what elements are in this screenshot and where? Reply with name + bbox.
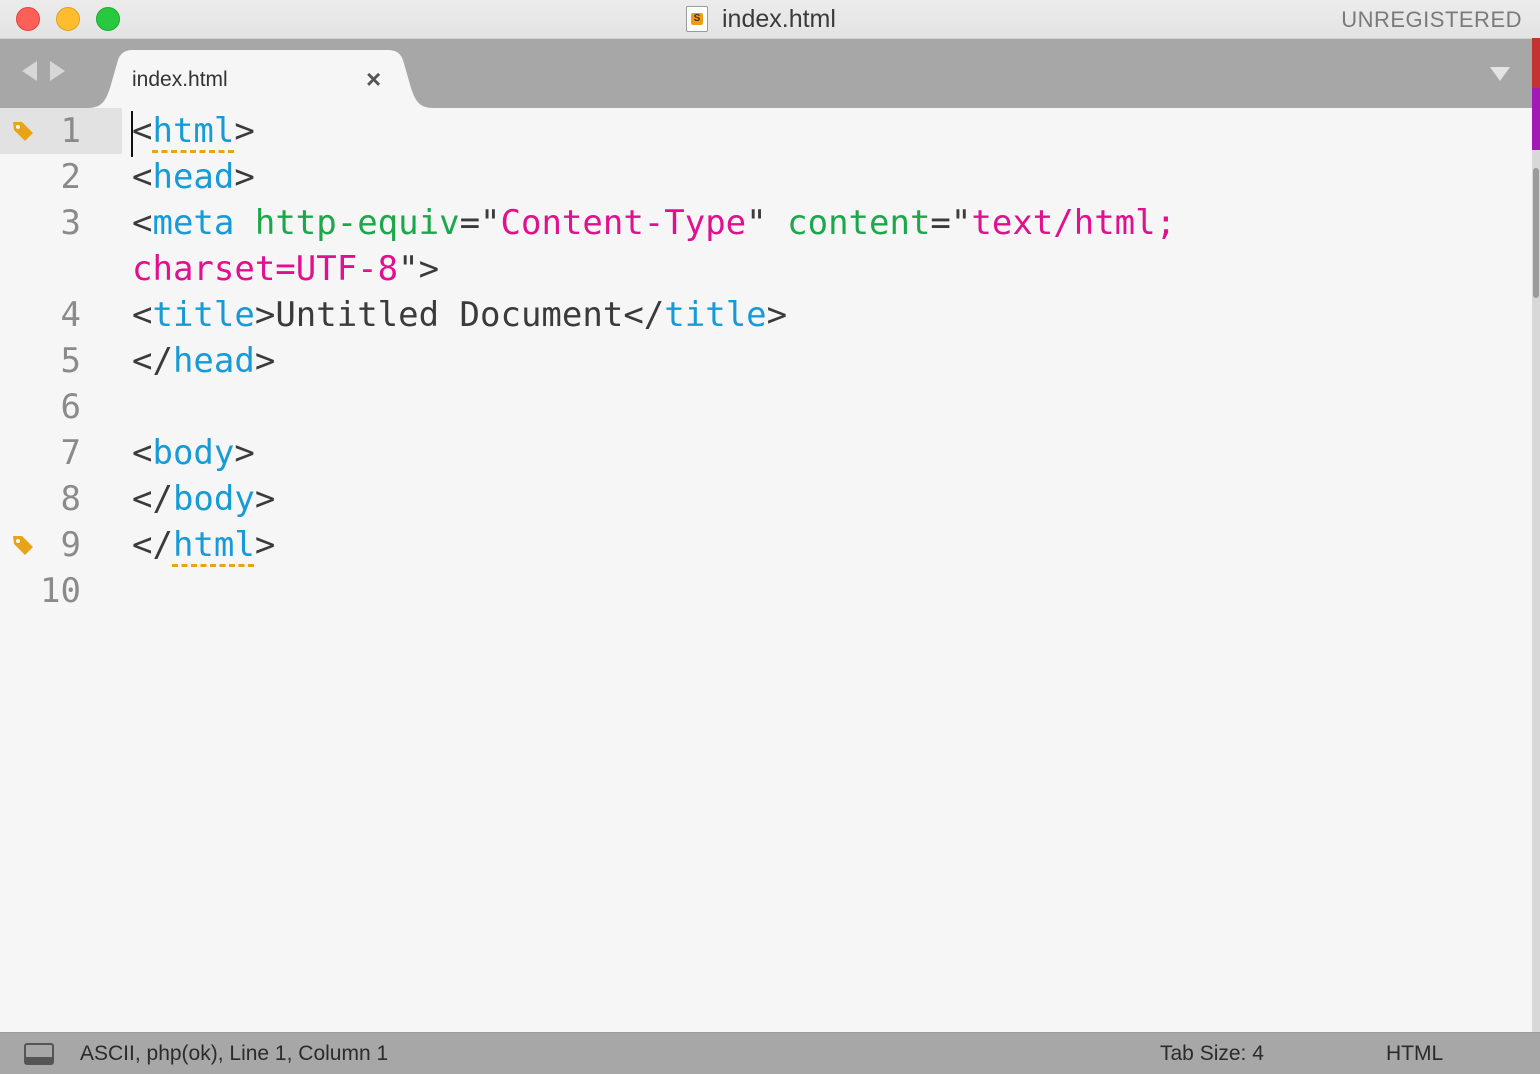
title-bar: S index.html UNREGISTERED (0, 0, 1540, 39)
code-token: Untitled Document (275, 295, 624, 335)
code-token: title (664, 295, 767, 335)
back-arrow-icon[interactable] (22, 61, 37, 81)
code-token: head (152, 157, 235, 197)
tag-icon (13, 536, 33, 555)
code-token: > (254, 295, 276, 335)
tab-label: index.html (132, 68, 228, 91)
code-token: title (152, 295, 255, 335)
code-token: > (234, 433, 255, 473)
vertical-scrollbar[interactable] (1533, 168, 1539, 298)
code-token: meta (152, 203, 235, 243)
unregistered-label: UNREGISTERED (1341, 7, 1522, 32)
code-line[interactable]: </head> (132, 338, 275, 384)
code-token: =" (930, 203, 972, 243)
line-number[interactable]: 10 (40, 568, 81, 614)
line-number[interactable]: 7 (61, 430, 81, 476)
code-token: > (234, 157, 255, 197)
tab-size-selector[interactable]: Tab Size: 4 (1160, 1042, 1264, 1066)
line-number[interactable]: 5 (61, 338, 81, 384)
code-token: > (254, 341, 276, 381)
code-line[interactable]: </body> (132, 476, 275, 522)
code-token: </ (132, 479, 173, 519)
line-number[interactable]: 1 (61, 108, 81, 154)
code-token: content (787, 203, 931, 243)
code-token: < (132, 111, 153, 151)
sublime-file-icon: S (686, 6, 708, 32)
code-token: http-equiv (254, 203, 460, 243)
window-title: index.html (722, 5, 836, 33)
code-line[interactable]: </html> (132, 522, 275, 568)
line-number[interactable]: 4 (61, 292, 81, 338)
code-token: charset=UTF-8 (132, 249, 399, 289)
tab-navigation (20, 61, 70, 85)
maximize-window-button[interactable] (96, 7, 120, 31)
tab-index-html[interactable]: index.html × (88, 50, 433, 108)
tab-bar: index.html × (0, 39, 1532, 108)
code-line[interactable]: <head> (132, 154, 255, 200)
line-number[interactable]: 2 (61, 154, 81, 200)
code-token: html (152, 111, 235, 151)
code-token: > (254, 479, 276, 519)
code-token: </ (132, 525, 173, 565)
code-token: html (172, 525, 255, 565)
code-token: Content-Type (500, 203, 747, 243)
code-token: > (766, 295, 788, 335)
code-token: > (234, 111, 255, 151)
code-line[interactable]: <title>Untitled Document</title> (132, 292, 787, 338)
editor-window: S index.html UNREGISTERED index.html × 1… (0, 0, 1540, 1074)
line-number[interactable]: 6 (61, 384, 81, 430)
close-tab-button[interactable]: × (366, 66, 381, 92)
code-token: </ (132, 341, 173, 381)
code-token: head (172, 341, 255, 381)
code-token: " (746, 203, 767, 243)
code-token: > (254, 525, 276, 565)
forward-arrow-icon[interactable] (50, 61, 65, 81)
code-token: </ (623, 295, 665, 335)
code-token: < (132, 203, 153, 243)
code-token: body (152, 433, 235, 473)
chevron-down-icon[interactable] (1490, 67, 1510, 81)
cursor-position-status: ASCII, php(ok), Line 1, Column 1 (80, 1042, 389, 1065)
code-line[interactable]: <html> (132, 108, 255, 154)
code-token: < (132, 433, 153, 473)
code-token: "> (398, 249, 440, 289)
line-number[interactable]: 3 (61, 200, 81, 246)
minimap-highlight (1532, 88, 1540, 150)
minimap-strip (1532, 38, 1540, 1074)
code-editor[interactable]: 1 2 3 4 5 6 7 8 9 10 <html> <head> <meta http-equiv… (0, 108, 1532, 1032)
code-token: < (132, 157, 153, 197)
minimap-marker (1532, 38, 1540, 88)
line-number[interactable]: 8 (61, 476, 81, 522)
code-token: < (132, 295, 153, 335)
code-token: =" (459, 203, 501, 243)
close-window-button[interactable] (16, 7, 40, 31)
line-number[interactable]: 9 (61, 522, 81, 568)
tag-icon (13, 122, 33, 141)
code-token: body (172, 479, 255, 519)
status-bar: ASCII, php(ok), Line 1, Column 1 Tab Siz… (0, 1032, 1540, 1074)
panel-toggle-icon[interactable] (24, 1043, 54, 1065)
code-token: text/html; (971, 203, 1177, 243)
code-line[interactable]: <meta http-equiv="Content-Type" content=… (132, 200, 1176, 246)
code-line[interactable]: <body> (132, 430, 255, 476)
code-line[interactable]: charset=UTF-8"> (132, 246, 439, 292)
minimize-window-button[interactable] (56, 7, 80, 31)
syntax-selector[interactable]: HTML (1386, 1042, 1443, 1066)
